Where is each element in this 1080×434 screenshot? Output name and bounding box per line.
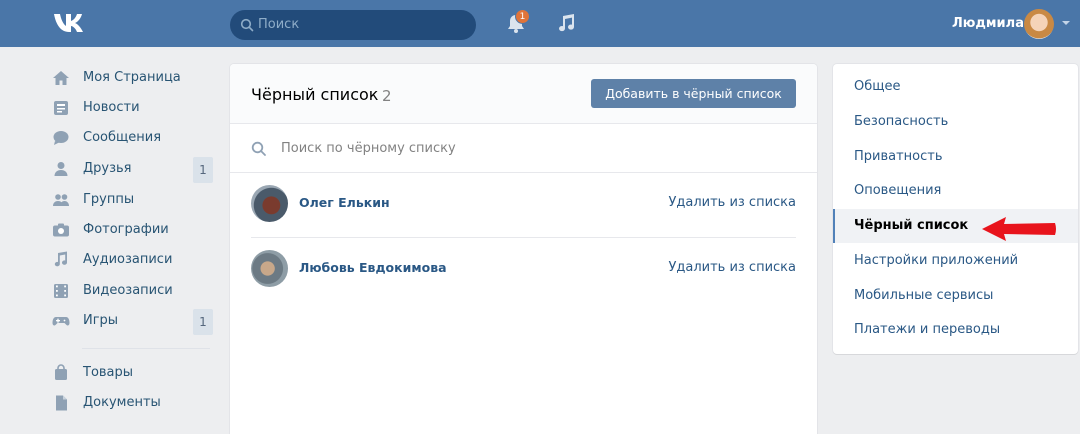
home-icon — [53, 71, 69, 85]
games-count-badge: 1 — [193, 309, 213, 335]
avatar[interactable] — [251, 185, 288, 222]
blacklist-row: Олег Елькин Удалить из списка — [251, 173, 796, 237]
blacklist-search-input[interactable]: Поиск по чёрному списку — [230, 125, 817, 173]
add-to-blacklist-button[interactable]: Добавить в чёрный список — [591, 79, 796, 108]
sidebar-item-video[interactable]: Видеозаписи — [52, 279, 214, 303]
sidebar-item-messages[interactable]: Сообщения — [52, 126, 214, 150]
messages-icon — [53, 131, 69, 145]
remove-from-list-link[interactable]: Удалить из списка — [668, 194, 796, 212]
blacklist-row: Любовь Евдокимова Удалить из списка — [251, 238, 796, 302]
settings-item-label: Приватность — [854, 149, 943, 164]
settings-item-payments[interactable]: Платежи и переводы — [833, 313, 1078, 347]
panel-header: Чёрный список 2 Добавить в чёрный список — [230, 64, 817, 124]
sidebar-item-label: Игры — [83, 313, 119, 328]
settings-item-label: Чёрный список — [854, 218, 969, 233]
settings-item-label: Безопасность — [854, 114, 949, 129]
friends-count-badge: 1 — [193, 157, 213, 183]
notification-badge: 1 — [515, 9, 530, 24]
sidebar-item-friends[interactable]: Друзья 1 — [52, 157, 214, 183]
remove-from-list-link[interactable]: Удалить из списка — [668, 259, 796, 277]
settings-item-app-settings[interactable]: Настройки приложений — [833, 244, 1078, 278]
music-icon[interactable] — [556, 13, 576, 33]
user-avatar[interactable] — [1024, 9, 1054, 39]
groups-icon — [53, 194, 69, 206]
settings-item-label: Общее — [854, 79, 901, 94]
avatar[interactable] — [251, 250, 288, 287]
search-placeholder: Поиск — [258, 17, 300, 32]
sidebar-item-label: Документы — [83, 395, 161, 410]
sidebar-item-label: Сообщения — [83, 130, 162, 145]
settings-item-notifications[interactable]: Оповещения — [833, 174, 1078, 208]
sidebar-item-label: Друзья — [83, 161, 132, 176]
camera-icon — [53, 223, 69, 237]
settings-item-privacy[interactable]: Приватность — [833, 140, 1078, 174]
document-icon — [56, 395, 67, 411]
search-input[interactable]: Поиск — [230, 10, 476, 40]
settings-menu: Общее Безопасность Приватность Оповещени… — [833, 64, 1078, 354]
sidebar-item-label: Аудиозаписи — [83, 252, 173, 267]
friends-icon — [54, 162, 68, 176]
sidebar-item-games[interactable]: Игры 1 — [52, 309, 214, 335]
red-arrow-icon — [982, 217, 1056, 241]
settings-item-label: Оповещения — [854, 183, 942, 198]
blacklist-count: 2 — [382, 87, 392, 105]
bag-icon — [55, 364, 67, 380]
user-name[interactable]: Людмила — [952, 15, 1024, 33]
blacklist-user-name[interactable]: Олег Елькин — [299, 194, 390, 212]
gamepad-icon — [52, 317, 70, 326]
sidebar-item-photos[interactable]: Фотографии — [52, 218, 214, 242]
settings-item-label: Настройки приложений — [854, 253, 1019, 268]
vk-logo-icon[interactable] — [51, 10, 91, 36]
sidebar-divider — [82, 348, 210, 349]
sidebar-item-news[interactable]: Новости — [52, 96, 214, 120]
settings-item-security[interactable]: Безопасность — [833, 105, 1078, 139]
blacklist-user-name[interactable]: Любовь Евдокимова — [299, 259, 447, 277]
blacklist-search-placeholder: Поиск по чёрному списку — [281, 141, 456, 156]
settings-item-label: Платежи и переводы — [854, 322, 1001, 337]
sidebar-item-goods[interactable]: Товары — [52, 361, 214, 385]
top-header: Поиск 1 Людмила — [0, 0, 1080, 47]
blacklist-panel: Чёрный список 2 Добавить в чёрный список… — [230, 64, 817, 434]
sidebar-item-documents[interactable]: Документы — [52, 391, 214, 415]
settings-item-label: Мобильные сервисы — [854, 288, 994, 303]
sidebar-item-label: Моя Страница — [83, 70, 181, 85]
sidebar-item-label: Товары — [83, 365, 134, 380]
settings-item-mobile-services[interactable]: Мобильные сервисы — [833, 279, 1078, 313]
sidebar-item-label: Фотографии — [83, 222, 169, 237]
sidebar-item-label: Новости — [83, 100, 140, 115]
sidebar-item-my-page[interactable]: Моя Страница — [52, 66, 214, 90]
sidebar-item-audio[interactable]: Аудиозаписи — [52, 248, 214, 272]
sidebar-item-groups[interactable]: Группы — [52, 188, 214, 212]
sidebar-item-label: Группы — [83, 192, 135, 207]
sidebar-item-label: Видеозаписи — [83, 283, 173, 298]
music-note-icon — [54, 251, 68, 267]
chevron-down-icon[interactable] — [1062, 21, 1070, 25]
search-icon — [240, 18, 254, 32]
film-icon — [54, 284, 68, 298]
settings-item-general[interactable]: Общее — [833, 70, 1078, 104]
news-icon — [54, 101, 68, 115]
search-icon — [251, 141, 266, 156]
page-title: Чёрный список — [251, 85, 379, 104]
